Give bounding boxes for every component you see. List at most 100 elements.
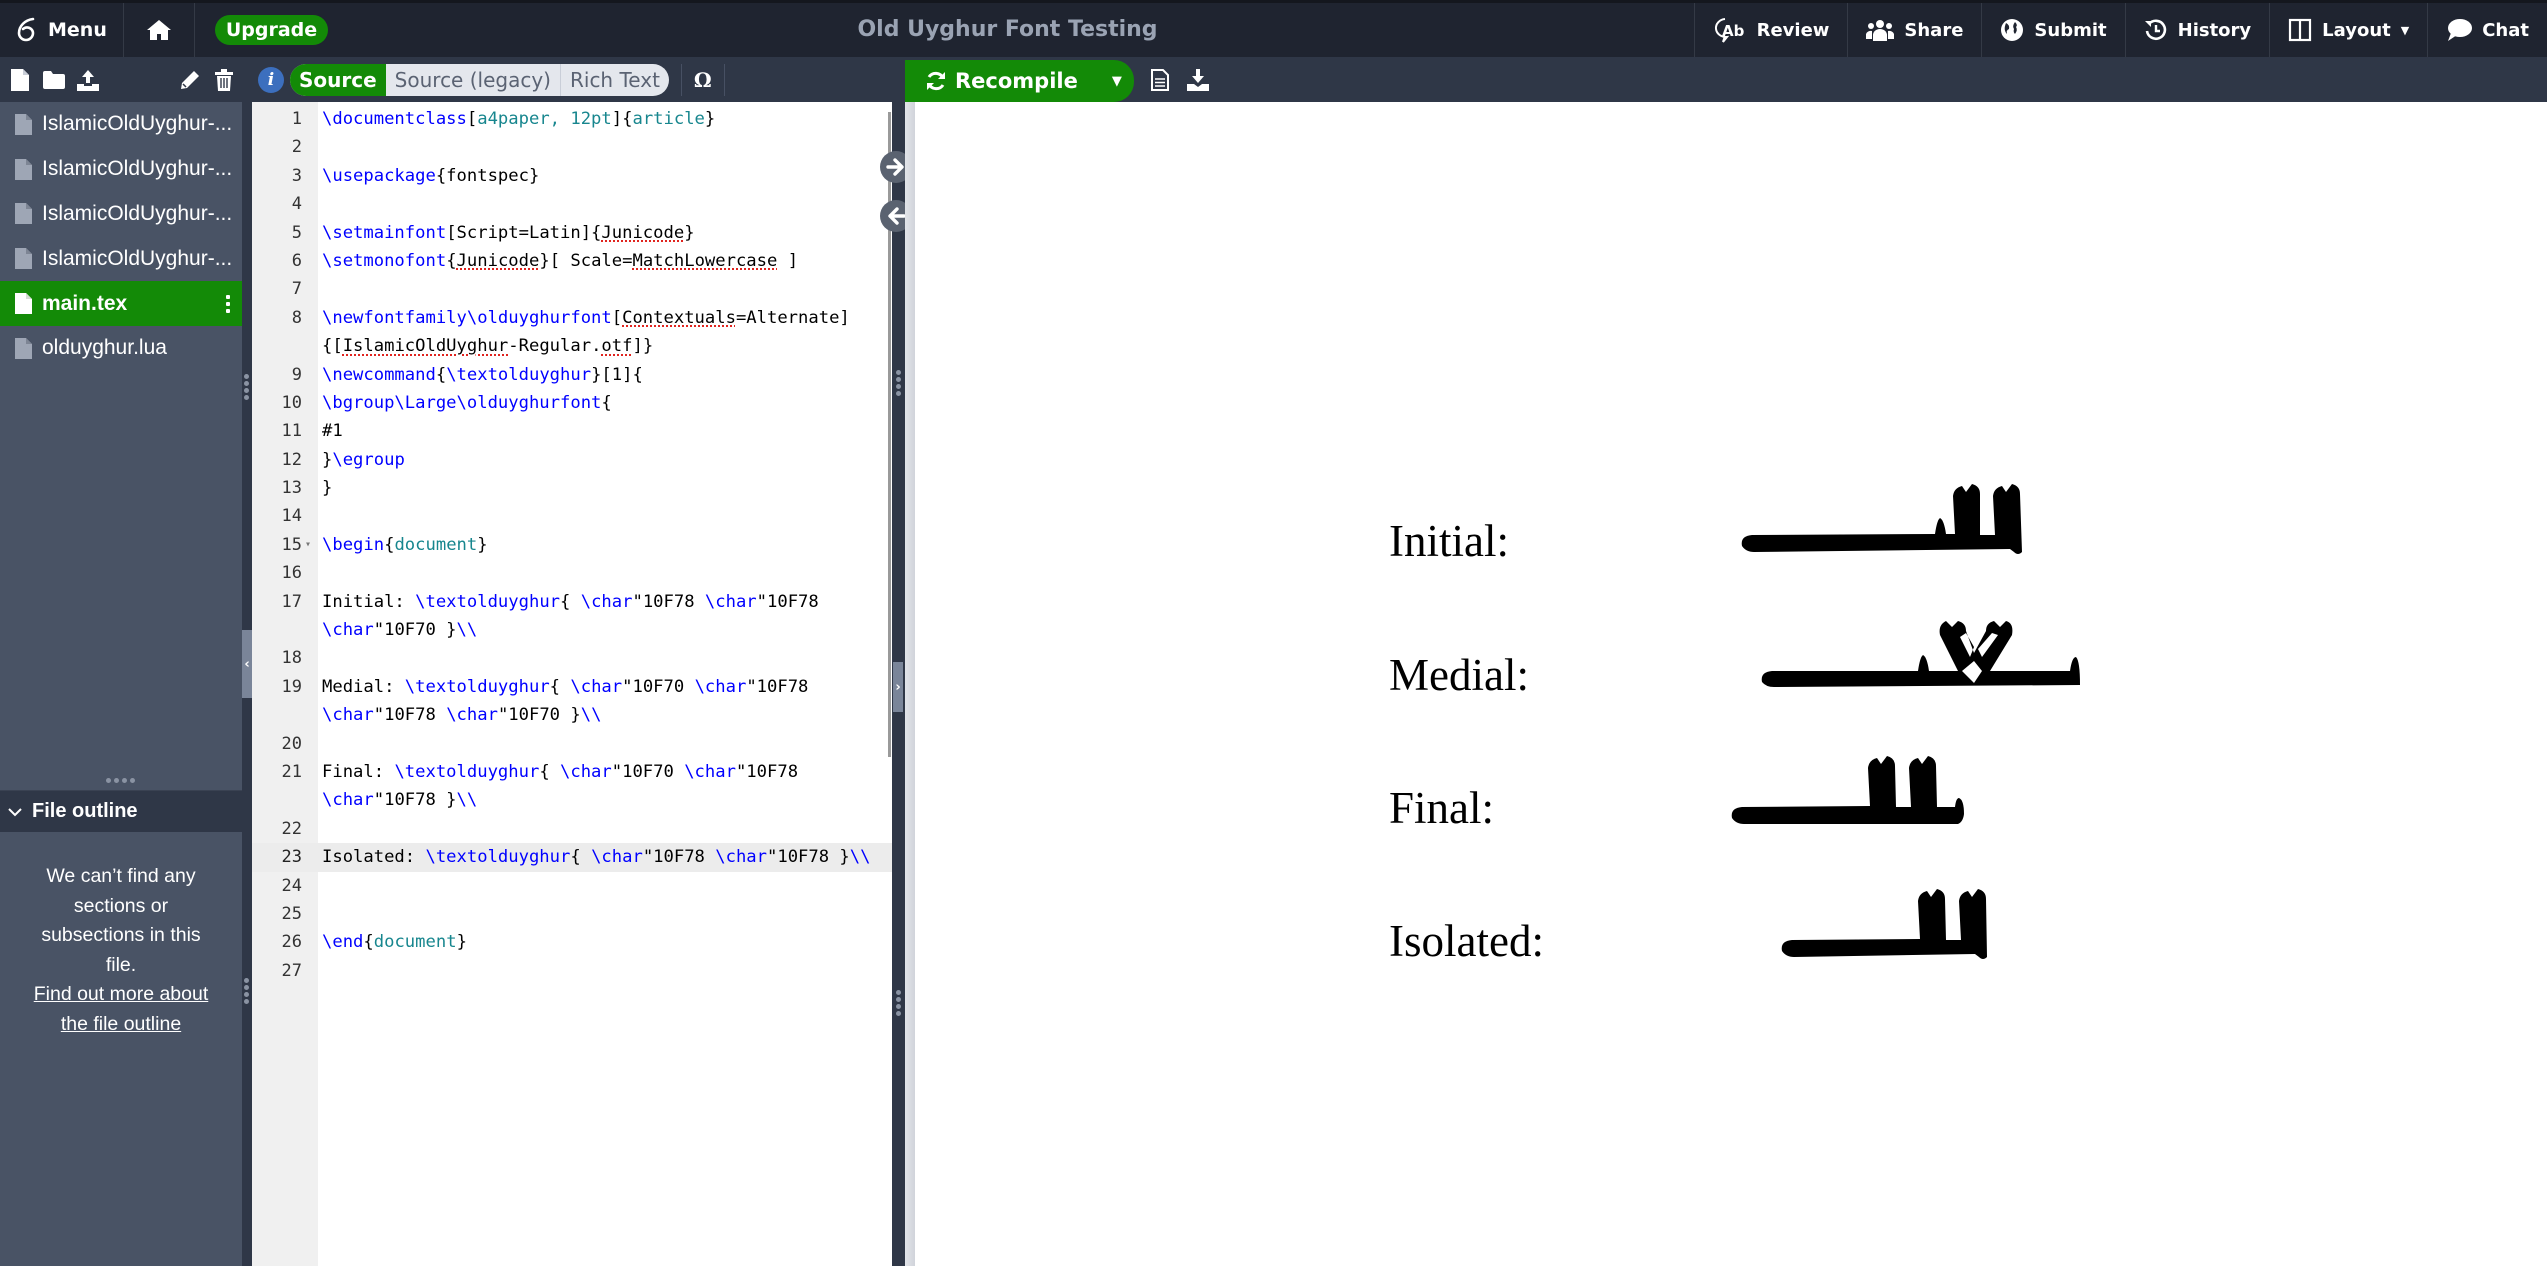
token-misspelled: IslamicOldUyghur [342,336,509,357]
code-line[interactable]: 1 \documentclass[a4paper, 12pt]{article} [252,105,892,133]
info-button[interactable]: i [258,66,284,93]
upload-button[interactable] [76,68,100,92]
line-number: 10 [281,392,302,413]
home-button[interactable] [124,3,195,57]
mode-source-legacy[interactable]: Source (legacy) [386,64,560,96]
token-command: \char [570,676,623,697]
code-line[interactable]: 16 [252,559,892,587]
code-line[interactable]: 12}\egroup [252,446,892,474]
line-text: \begin{document} [322,531,488,559]
file-item[interactable]: IslamicOldUyghur-... [0,147,242,192]
code-line[interactable]: \char"10F78 \char"10F70 }\\ [252,701,892,729]
code-line[interactable]: 2 [252,133,892,161]
code-line[interactable]: 8 \newfontfamily\olduyghurfont[Contextual… [252,304,892,332]
share-button[interactable]: Share [1847,3,1981,57]
chat-button[interactable]: Chat [2427,3,2547,57]
file-tree-toolbar [0,57,242,102]
delete-button[interactable] [212,68,236,92]
layout-button[interactable]: Layout ▼ [2269,3,2427,57]
code-line[interactable]: 17 Initial: \textolduyghur{ \char"10F78 \… [252,588,892,616]
folder-icon [43,70,65,89]
line-number: 13 [281,478,302,499]
code-line[interactable]: 6 \setmonofont{Junicode}[ Scale=MatchLowe… [252,247,892,275]
file-outline-toggle[interactable]: File outline [0,791,242,832]
code-line[interactable]: 19 Medial: \textolduyghur{ \char"10F70 \c… [252,673,892,701]
token-command: \char [322,705,374,726]
editor-pdf-resizer[interactable]: › [892,102,905,1266]
code-line[interactable]: 23 Isolated: \textolduyghur{ \char"10F78 … [252,843,892,872]
code-line[interactable]: \char"10F78 }\\ [252,786,892,814]
file-name: olduyghur.lua [42,336,167,360]
code-line[interactable]: 20 [252,730,892,758]
recompile-button[interactable]: Recompile ▼ [905,60,1134,102]
document-icon [1150,68,1169,91]
outline-resize-handle[interactable] [106,778,135,783]
token-text: [Script=Latin]{ [446,222,602,243]
glyph-medial [1761,621,2080,687]
code-line[interactable]: 24 [252,872,892,900]
collapse-editor-button[interactable]: › [893,662,903,712]
code-line[interactable]: 27 [252,957,892,985]
submit-button[interactable]: Submit [1981,3,2124,57]
file-outline-help-link[interactable]: Find out more about the file outline [24,980,218,1039]
code-line[interactable]: 25 [252,900,892,928]
layout-label: Layout [2322,19,2391,41]
line-text: \documentclass[a4paper, 12pt]{article} [322,105,715,133]
token-command: \textolduyghur [404,676,550,697]
token-text: { [601,392,612,413]
recompile-label: Recompile [955,69,1078,93]
code-line[interactable]: 11 #1 [252,417,892,445]
recompile-options-caret-icon[interactable]: ▼ [1112,74,1122,89]
code-line[interactable]: 7 [252,275,892,303]
code-line[interactable]: 3 \usepackage{fontspec} [252,162,892,190]
new-folder-button[interactable] [42,68,66,92]
line-text: #1 [322,417,343,445]
file-item[interactable]: olduyghur.lua [0,326,242,371]
rename-button[interactable] [178,68,202,92]
review-button[interactable]: Ab Review [1693,3,1848,57]
code-line[interactable]: 21 Final: \textolduyghur{ \char"10F70 \ch… [252,758,892,786]
token-text: }[1]{ [591,364,643,385]
code-line[interactable]: 22 [252,815,892,843]
pdf-preview[interactable]: Initial: Medial: Final: Isolated: [915,102,2547,1266]
code-line[interactable]: 13} [252,474,892,502]
file-name: IslamicOldUyghur-... [42,157,233,181]
collapse-sidebar-button[interactable]: ‹ [242,630,252,698]
upgrade-button[interactable]: Upgrade [214,15,329,45]
new-file-button[interactable] [8,68,32,92]
chevron-left-icon: ‹ [244,656,250,672]
line-text: \end{document} [322,928,467,956]
code-line[interactable]: 14 [252,502,892,530]
file-item[interactable]: IslamicOldUyghur-... [0,102,242,147]
file-item[interactable]: IslamicOldUyghur-... [0,192,242,237]
code-line[interactable]: 9 \newcommand{\textolduyghur}[1]{ [252,361,892,389]
code-line[interactable]: 26 \end{document} [252,928,892,956]
file-menu-icon[interactable] [226,294,230,313]
file-item[interactable]: main.tex [0,281,242,326]
menu-button[interactable]: Menu [0,3,124,57]
download-pdf-button[interactable] [1186,68,1210,92]
code-line[interactable]: {[IslamicOldUyghur-Regular.otf]} [252,332,892,360]
fold-toggle-icon[interactable]: ▾ [305,531,311,559]
symbol-palette-button[interactable]: Ω [694,68,712,92]
code-line[interactable]: 5 \setmainfont[Script=Latin]{Junicode} [252,219,892,247]
mode-rich-text[interactable]: Rich Text [559,63,669,96]
code-line[interactable]: 15 ▾ \begin{document} [252,531,892,559]
overleaf-logo-icon [16,17,38,43]
code-line[interactable]: 18 [252,644,892,672]
file-icon [15,158,32,180]
token-command: \\ [849,847,871,868]
code-line[interactable]: 4 [252,190,892,218]
mode-source[interactable]: Source [290,63,386,96]
sidebar-resizer[interactable]: ‹ [242,102,252,1266]
view-logs-button[interactable] [1148,68,1172,92]
code-editor[interactable]: 1 \documentclass[a4paper, 12pt]{article} 2… [252,102,892,1266]
code-content[interactable]: 1 \documentclass[a4paper, 12pt]{article} 2… [252,105,892,985]
code-line[interactable]: 10 \bgroup\Large\olduyghurfont{ [252,389,892,417]
token-text: "10F78 [735,761,799,782]
code-line[interactable]: \char"10F70 }\\ [252,616,892,644]
file-item[interactable]: IslamicOldUyghur-... [0,236,242,281]
history-button[interactable]: History [2124,3,2270,57]
token-command: \begin [322,534,385,555]
home-icon [146,19,172,41]
